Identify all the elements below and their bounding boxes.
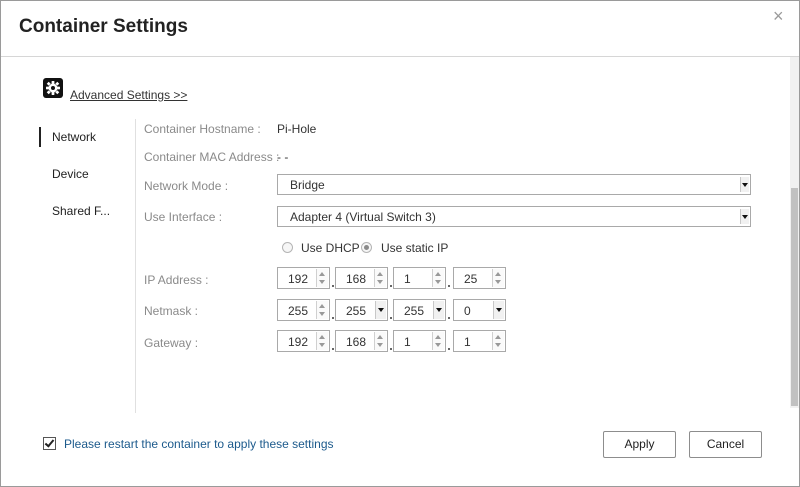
octet-separator: [448, 317, 450, 319]
restart-checkbox[interactable]: [43, 437, 56, 450]
hostname-value: Pi-Hole: [277, 122, 317, 136]
octet-separator: [390, 317, 392, 319]
interface-select[interactable]: Adapter 4 (Virtual Switch 3): [277, 206, 751, 227]
ip-octet-4-value: 25: [464, 272, 478, 286]
network-mode-label: Network Mode :: [144, 179, 229, 193]
dhcp-radio-label: Use DHCP: [301, 241, 360, 255]
interface-label: Use Interface :: [144, 210, 223, 224]
stepper-icon[interactable]: [374, 332, 386, 350]
dhcp-radio[interactable]: [282, 242, 293, 253]
gateway-octet-1-value: 192: [288, 335, 309, 349]
stepper-icon[interactable]: [492, 269, 504, 287]
octet-separator: [332, 285, 334, 287]
stepper-icon[interactable]: [316, 332, 328, 350]
network-mode-value: Bridge: [290, 178, 325, 192]
netmask-octet-1[interactable]: 255: [277, 299, 330, 321]
gateway-octet-3[interactable]: 1: [393, 330, 446, 352]
chevron-down-icon: [740, 209, 749, 224]
sidebar-divider: [135, 119, 136, 413]
chevron-down-icon[interactable]: [433, 301, 444, 319]
ip-octet-2[interactable]: 168: [335, 267, 388, 289]
static-ip-radio-label: Use static IP: [381, 241, 449, 255]
network-mode-select[interactable]: Bridge: [277, 174, 751, 195]
chevron-down-icon[interactable]: [493, 301, 504, 319]
ip-octet-1-value: 192: [288, 272, 309, 286]
octet-separator: [332, 348, 334, 350]
close-icon[interactable]: ×: [773, 7, 787, 25]
netmask-octet-2-value: 255: [346, 304, 367, 318]
cancel-button[interactable]: Cancel: [689, 431, 762, 458]
ip-octet-3[interactable]: 1: [393, 267, 446, 289]
dialog-title: Container Settings: [19, 16, 188, 37]
netmask-octet-4-value: 0: [464, 304, 471, 318]
container-settings-dialog: Container Settings × Advanced Settings >…: [0, 0, 800, 487]
gateway-octet-2[interactable]: 168: [335, 330, 388, 352]
chevron-down-icon[interactable]: [375, 301, 386, 319]
gateway-label: Gateway :: [144, 336, 199, 350]
mac-address-label: Container MAC Address :: [144, 150, 280, 164]
mac-address-value: - -: [277, 150, 289, 164]
stepper-icon[interactable]: [316, 269, 328, 287]
gear-icon[interactable]: [43, 78, 63, 98]
hostname-label: Container Hostname :: [144, 122, 261, 136]
netmask-octet-3-value: 255: [404, 304, 425, 318]
scrollbar-thumb[interactable]: [791, 188, 798, 406]
restart-notice: Please restart the container to apply th…: [64, 437, 334, 451]
ip-octet-1[interactable]: 192: [277, 267, 330, 289]
netmask-octet-4[interactable]: 0: [453, 299, 506, 321]
stepper-icon[interactable]: [432, 332, 444, 350]
chevron-down-icon: [740, 177, 749, 192]
octet-separator: [332, 317, 334, 319]
interface-value: Adapter 4 (Virtual Switch 3): [290, 210, 436, 224]
stepper-icon[interactable]: [374, 269, 386, 287]
gateway-octet-4-value: 1: [464, 335, 471, 349]
ip-octet-3-value: 1: [404, 272, 411, 286]
netmask-octet-2[interactable]: 255: [335, 299, 388, 321]
ip-octet-2-value: 168: [346, 272, 367, 286]
gateway-octet-1[interactable]: 192: [277, 330, 330, 352]
octet-separator: [390, 285, 392, 287]
netmask-label: Netmask :: [144, 304, 199, 318]
advanced-settings-link[interactable]: Advanced Settings >>: [70, 88, 187, 102]
sidebar-item-device[interactable]: Device: [39, 164, 89, 184]
stepper-icon[interactable]: [432, 269, 444, 287]
octet-separator: [448, 285, 450, 287]
stepper-icon[interactable]: [492, 332, 504, 350]
apply-button[interactable]: Apply: [603, 431, 676, 458]
gateway-octet-3-value: 1: [404, 335, 411, 349]
gateway-octet-4[interactable]: 1: [453, 330, 506, 352]
netmask-octet-1-value: 255: [288, 304, 309, 318]
gateway-octet-2-value: 168: [346, 335, 367, 349]
dialog-header: Container Settings ×: [1, 1, 799, 57]
sidebar-item-shared-folders[interactable]: Shared F...: [39, 201, 110, 221]
static-ip-radio[interactable]: [361, 242, 372, 253]
ip-octet-4[interactable]: 25: [453, 267, 506, 289]
stepper-icon[interactable]: [316, 301, 328, 319]
octet-separator: [448, 348, 450, 350]
ip-address-label: IP Address :: [144, 273, 209, 287]
sidebar-item-network[interactable]: Network: [39, 127, 96, 147]
netmask-octet-3[interactable]: 255: [393, 299, 446, 321]
octet-separator: [390, 348, 392, 350]
